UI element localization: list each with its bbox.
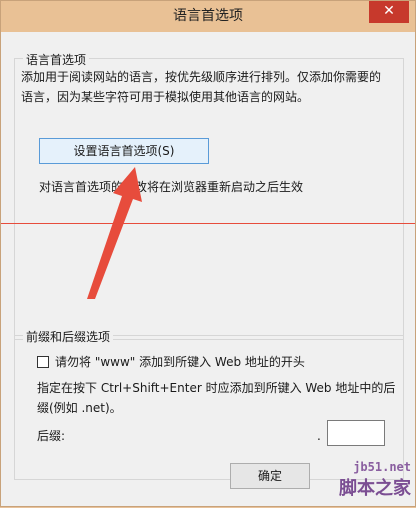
watermark-site: jb51.net	[353, 460, 411, 474]
annotation-arrow-icon	[87, 167, 142, 299]
watermark: jb51.net 脚本之家	[339, 460, 411, 500]
watermark-brand: 脚本之家	[339, 478, 411, 499]
dialog-window: 语言首选项 ✕ 语言首选项 添加用于阅读网站的语言，按优先级顺序进行排列。仅添加…	[0, 0, 416, 507]
